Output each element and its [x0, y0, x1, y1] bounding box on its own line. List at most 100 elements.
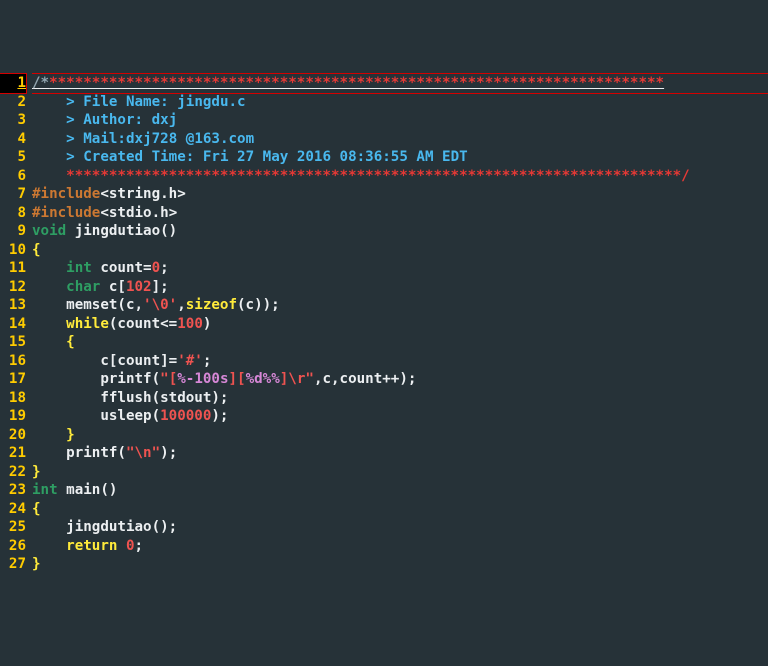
code-line[interactable]: { — [32, 501, 41, 517]
keyword-char: char — [66, 279, 100, 295]
literal-100000: 100000 — [160, 408, 211, 424]
line-number: 26 — [9, 538, 26, 554]
line-number: 18 — [9, 390, 26, 406]
line-number: 27 — [9, 556, 26, 572]
brace-close: } — [32, 464, 41, 480]
code-line[interactable]: > Author: dxj — [32, 112, 177, 128]
line-number-gutter: 12 3 4 5 6 7 8 9 10 11 12 13 14 15 16 17… — [0, 74, 32, 574]
literal-zero: 0 — [152, 260, 161, 276]
code-line[interactable]: usleep(100000); — [32, 408, 228, 424]
line-number: 24 — [9, 501, 26, 517]
line-number: 21 — [9, 445, 26, 461]
line-number: 5 — [17, 149, 26, 165]
header-file-name: jingdu.c — [177, 94, 245, 110]
code-line[interactable]: printf("[%-100s][%d%%]\r",c,count++); — [32, 371, 416, 387]
header-author: dxj — [152, 112, 178, 128]
keyword-include: #include — [32, 186, 100, 202]
code-line[interactable]: int count=0; — [32, 260, 169, 276]
header-mail: dxj728 @163.com — [126, 131, 254, 147]
call-usleep: usleep( — [100, 408, 160, 424]
code-line[interactable]: while(count<=100) — [32, 316, 211, 332]
literal-zero: 0 — [126, 538, 135, 554]
code-line-current[interactable]: /***************************************… — [32, 73, 768, 94]
line-number: 9 — [17, 223, 26, 239]
brace-close: } — [66, 427, 75, 443]
line-number: 13 — [9, 297, 26, 313]
code-line[interactable]: #include<string.h> — [32, 186, 186, 202]
line-number: 12 — [9, 279, 26, 295]
code-line[interactable]: } — [32, 464, 41, 480]
line-number: 16 — [9, 353, 26, 369]
code-line[interactable]: fflush(stdout); — [32, 390, 228, 406]
code-line[interactable]: #include<stdio.h> — [32, 205, 177, 221]
code-area[interactable]: /***************************************… — [32, 74, 768, 574]
header-mail-label: Mail: — [83, 131, 126, 147]
header-created: Fri 27 May 2016 08:36:55 AM EDT — [203, 149, 468, 165]
line-number: 2 — [17, 94, 26, 110]
line-number: 6 — [17, 168, 26, 184]
comment-marker: /* — [32, 75, 49, 91]
header-created-label: Created Time: — [83, 149, 203, 165]
line-number: 4 — [17, 131, 26, 147]
keyword-int: int — [66, 260, 92, 276]
line-number: 7 — [17, 186, 26, 202]
line-number: 22 — [9, 464, 26, 480]
format-spec: %d%% — [246, 371, 280, 387]
brace-open: { — [32, 242, 41, 258]
char-nul: '\0' — [143, 297, 177, 313]
call-fflush: fflush(stdout); — [100, 390, 228, 406]
keyword-while: while — [66, 316, 109, 332]
code-line[interactable]: char c[102]; — [32, 279, 169, 295]
literal-100: 100 — [177, 316, 203, 332]
code-line[interactable]: { — [32, 242, 41, 258]
func-jingdutiao: jingdutiao() — [66, 223, 177, 239]
line-number: 8 — [17, 205, 26, 221]
header-stdio-h: stdio.h — [109, 205, 169, 221]
keyword-void: void — [32, 223, 66, 239]
line-number: 11 — [9, 260, 26, 276]
comment-stars: ****************************************… — [66, 168, 690, 184]
code-line[interactable]: int main() — [32, 482, 117, 498]
escape-cr: \r — [288, 371, 305, 387]
line-number-current: 1 — [0, 74, 26, 93]
line-number: 17 — [9, 371, 26, 387]
code-line[interactable]: ****************************************… — [32, 168, 690, 184]
code-line[interactable]: return 0; — [32, 538, 143, 554]
keyword-int: int — [32, 482, 58, 498]
code-line[interactable]: > Mail:dxj728 @163.com — [32, 131, 254, 147]
line-number: 14 — [9, 316, 26, 332]
literal-102: 102 — [126, 279, 152, 295]
code-line[interactable]: > Created Time: Fri 27 May 2016 08:36:55… — [32, 149, 468, 165]
comment-stars: ****************************************… — [49, 75, 664, 91]
call-printf: printf( — [100, 371, 160, 387]
func-main: main() — [58, 482, 118, 498]
brace-open: { — [66, 334, 75, 350]
header-string-h: string.h — [109, 186, 177, 202]
call-memset: memset(c, — [66, 297, 143, 313]
keyword-include: #include — [32, 205, 100, 221]
line-number: 20 — [9, 427, 26, 443]
line-number: 10 — [9, 242, 26, 258]
brace-close: } — [32, 556, 41, 572]
code-line[interactable]: > File Name: jingdu.c — [32, 94, 246, 110]
line-number: 3 — [17, 112, 26, 128]
line-number: 19 — [9, 408, 26, 424]
code-line[interactable]: jingdutiao(); — [32, 519, 177, 535]
code-line[interactable]: c[count]='#'; — [32, 353, 211, 369]
keyword-sizeof: sizeof — [186, 297, 237, 313]
char-hash: '#' — [177, 353, 203, 369]
code-line[interactable]: memset(c,'\0',sizeof(c)); — [32, 297, 280, 313]
code-line[interactable]: } — [32, 427, 75, 443]
brace-open: { — [32, 501, 41, 517]
code-editor: 12 3 4 5 6 7 8 9 10 11 12 13 14 15 16 17… — [0, 74, 768, 574]
call-jingdutiao: jingdutiao(); — [66, 519, 177, 535]
code-line[interactable]: printf("\n"); — [32, 445, 177, 461]
code-line[interactable]: void jingdutiao() — [32, 223, 177, 239]
header-author-label: Author: — [83, 112, 151, 128]
line-number: 15 — [9, 334, 26, 350]
call-printf: printf( — [66, 445, 126, 461]
keyword-return: return — [66, 538, 117, 554]
code-line[interactable]: { — [32, 334, 75, 350]
code-line[interactable]: } — [32, 556, 41, 572]
line-number: 25 — [9, 519, 26, 535]
